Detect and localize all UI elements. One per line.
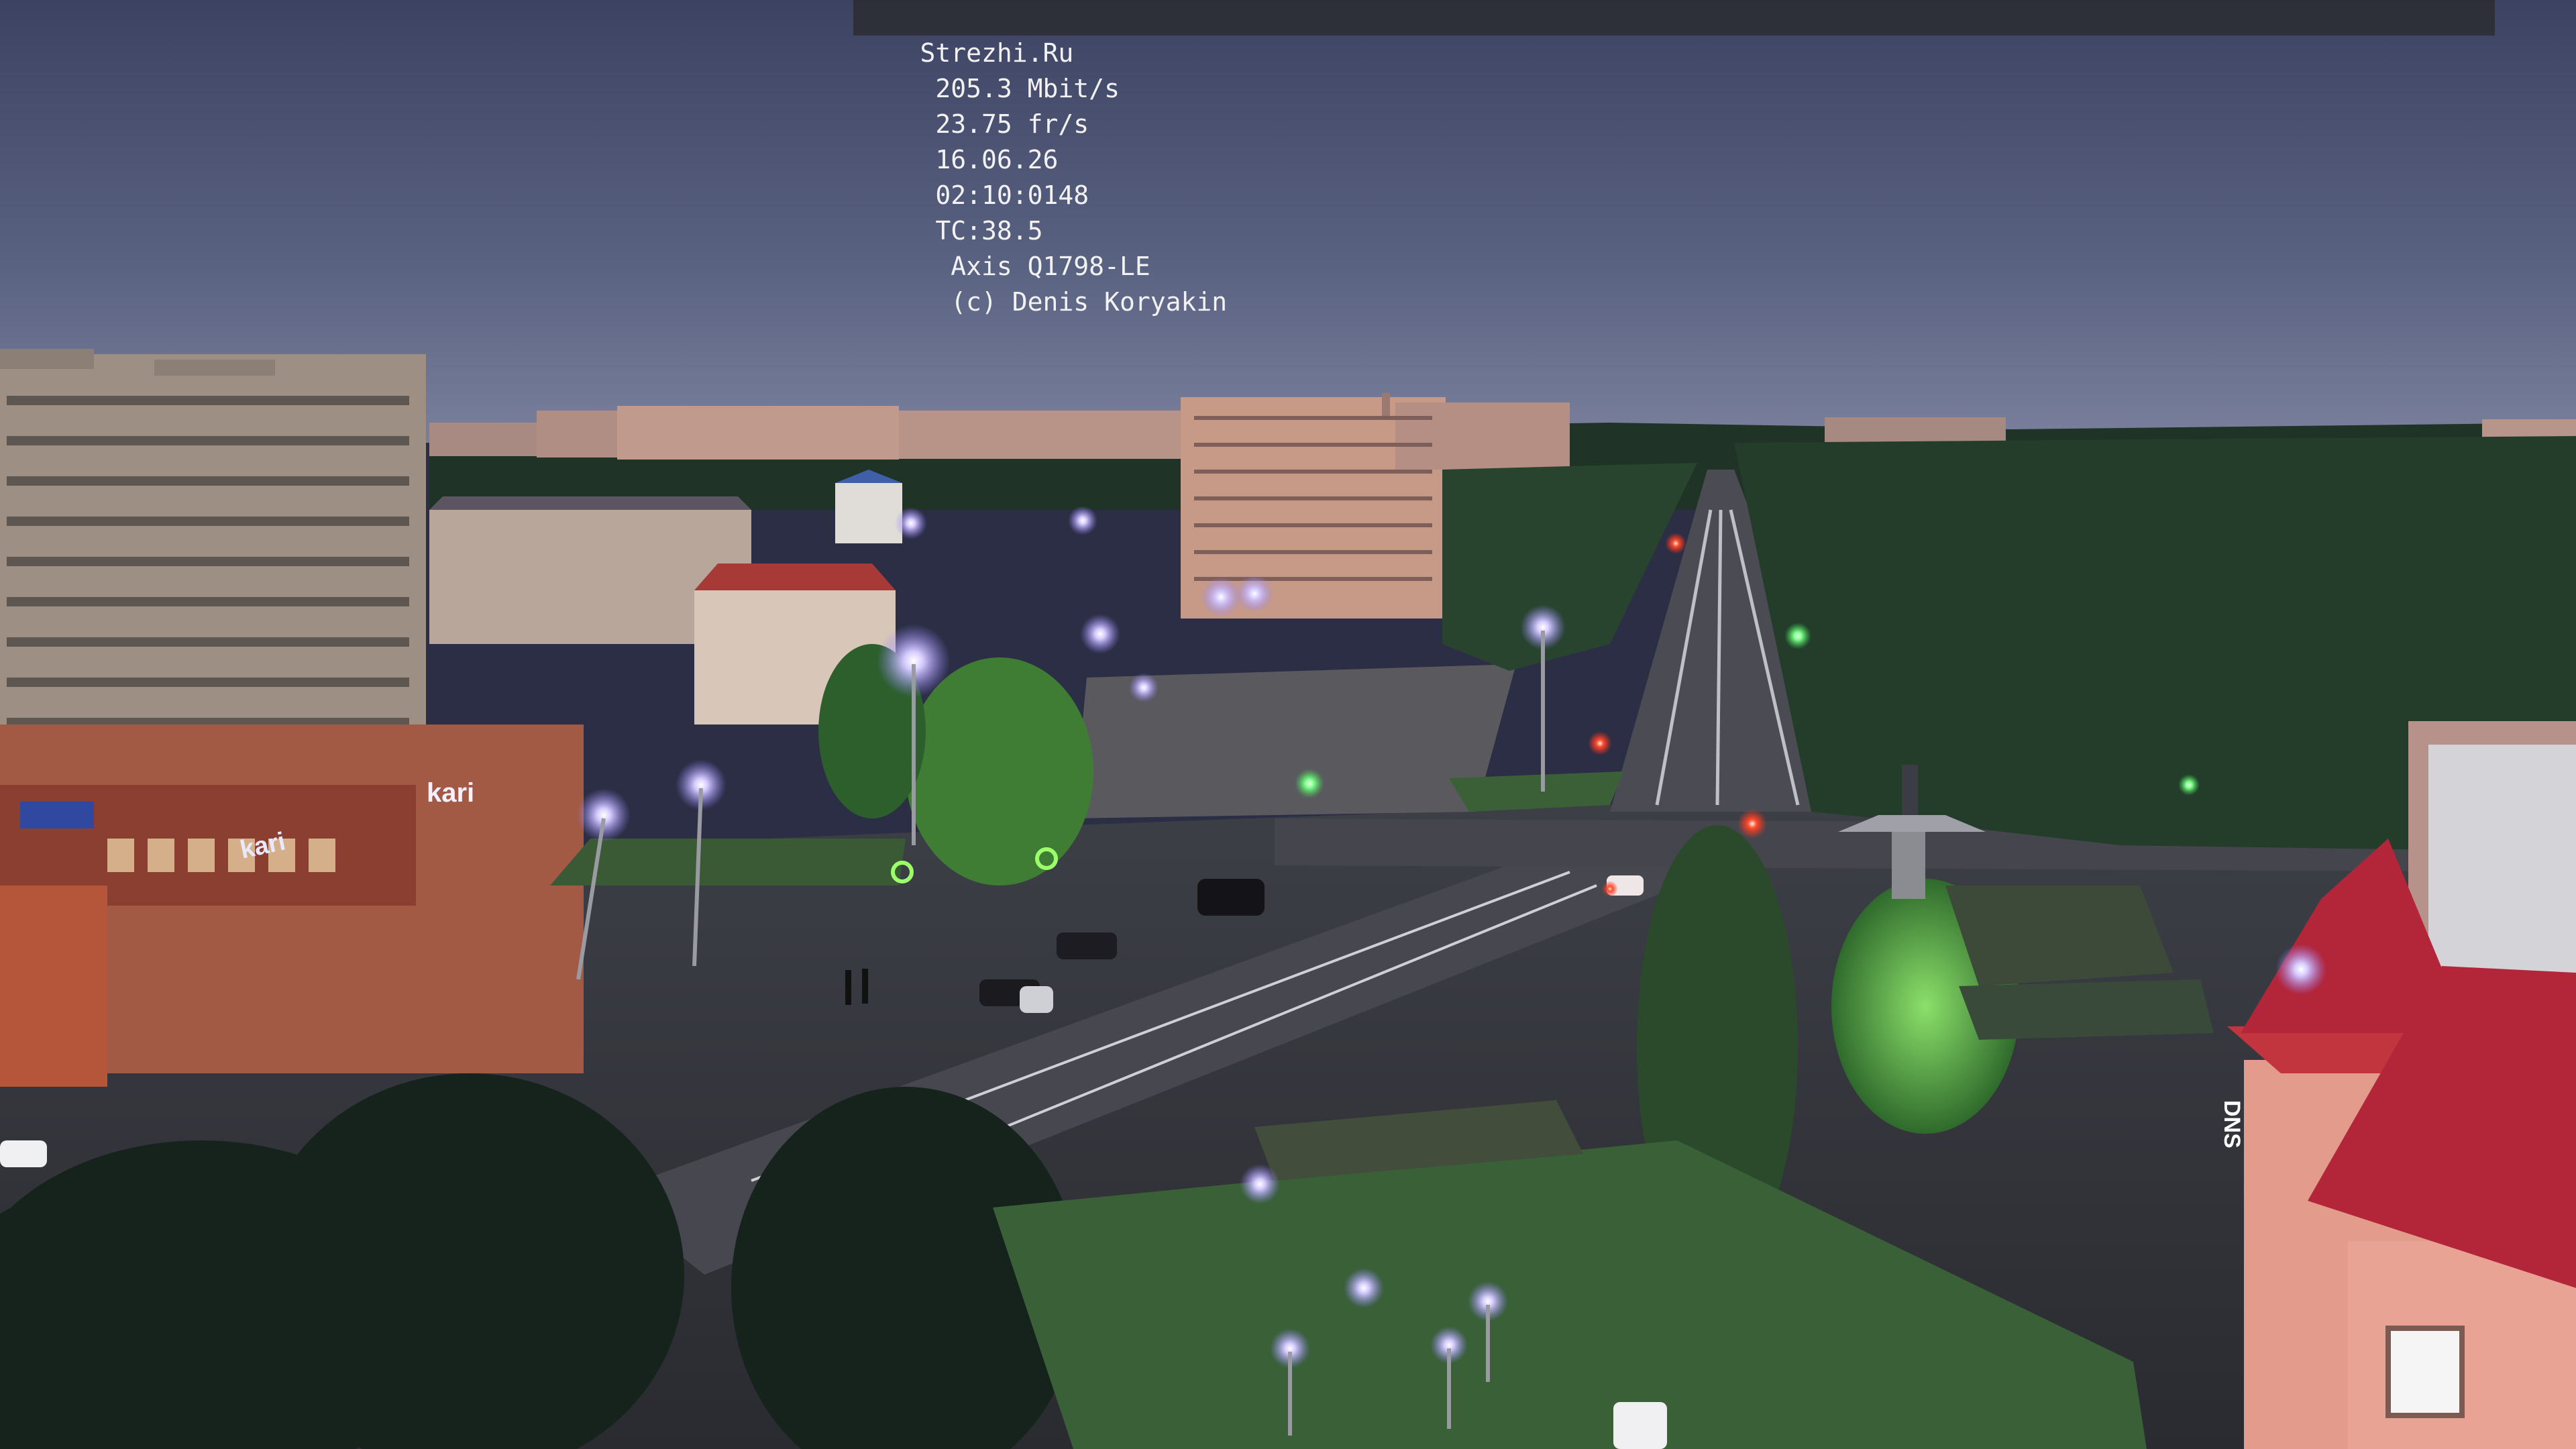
city-panorama	[0, 0, 2576, 1449]
shop-building	[0, 724, 584, 1087]
overlay-tc: TC:38.5	[935, 216, 1043, 246]
overlay-site: Strezhi.Ru	[920, 38, 1074, 68]
traffic-light-icon	[1295, 769, 1324, 798]
overlay-time: 02:10:0148	[935, 180, 1089, 210]
traffic-light-icon	[2178, 774, 2200, 796]
overlay-camera: Axis Q1798-LE	[951, 252, 1150, 281]
camera-info-overlay: Strezhi.Ru 205.3 Mbit/s 23.75 fr/s 16.06…	[853, 0, 2495, 317]
overlay-fps: 23.75 fr/s	[935, 109, 1089, 139]
dns-sign: DNS	[2219, 1100, 2245, 1148]
overlay-bitrate: 205.3 Mbit/s	[935, 74, 1120, 103]
traffic-light-icon	[1737, 809, 1767, 839]
kari-sign-right: kari	[427, 778, 475, 808]
overlay-credit: (c) Denis Koryakin	[951, 287, 1228, 317]
traffic-light-icon	[1665, 533, 1686, 554]
traffic-light-icon	[1602, 881, 1618, 897]
overlay-date: 16.06.26	[935, 145, 1059, 174]
traffic-light-icon	[1784, 623, 1811, 649]
webcam-scene: kari kari DNS Strezhi.Ru 205.3 Mbit/s 23…	[0, 0, 2576, 1449]
left-apartment-block	[0, 349, 426, 784]
traffic-light-icon	[1588, 731, 1612, 755]
